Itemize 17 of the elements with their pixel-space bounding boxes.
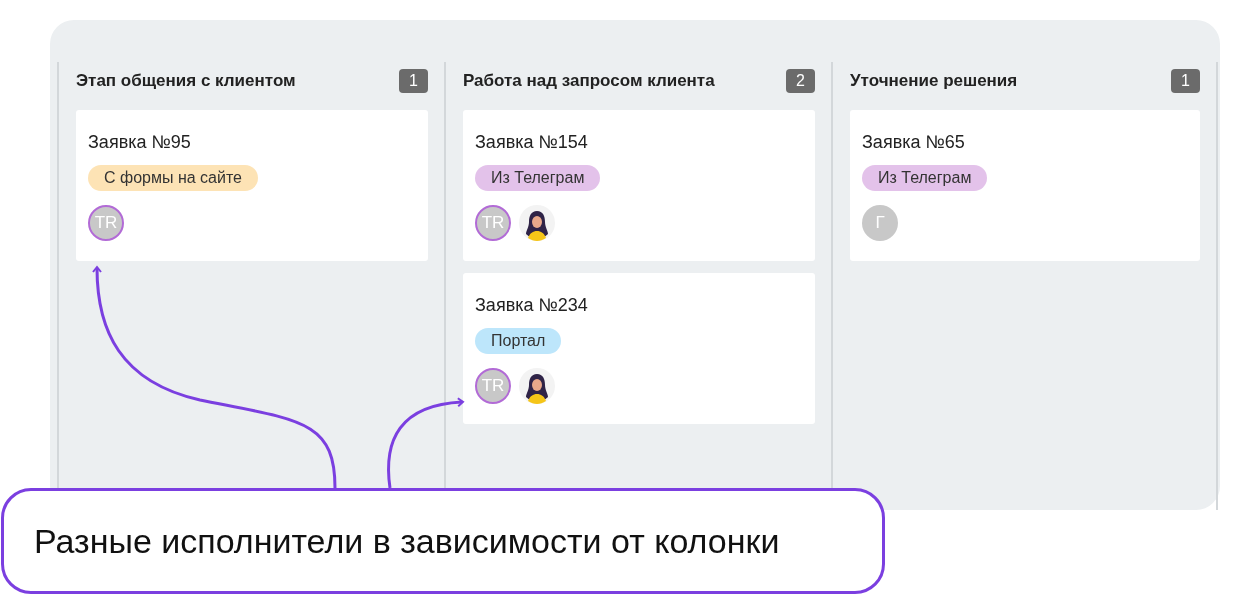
avatar-silhouette-icon bbox=[519, 205, 555, 241]
card-title: Заявка №234 bbox=[475, 295, 588, 316]
column-title: Уточнение решения bbox=[850, 71, 1018, 91]
source-tag: Портал bbox=[475, 328, 562, 354]
source-tag: Из Телеграм bbox=[475, 165, 601, 191]
source-tag: С формы на сайте bbox=[88, 165, 258, 191]
count-badge: 1 bbox=[399, 69, 428, 93]
callout-text: Разные исполнители в зависимости от колонки bbox=[34, 521, 780, 561]
column-title: Работа над запросом клиента bbox=[463, 71, 715, 91]
card-title: Заявка №95 bbox=[88, 132, 191, 153]
column-title: Этап общения с клиентом bbox=[76, 71, 296, 91]
count-badge: 1 bbox=[1171, 69, 1200, 93]
avatar-silhouette-icon bbox=[519, 368, 555, 404]
card-title: Заявка №154 bbox=[475, 132, 588, 153]
source-tag: Из Телеграм bbox=[862, 165, 988, 191]
card-title: Заявка №65 bbox=[862, 132, 965, 153]
count-badge: 2 bbox=[786, 69, 815, 93]
